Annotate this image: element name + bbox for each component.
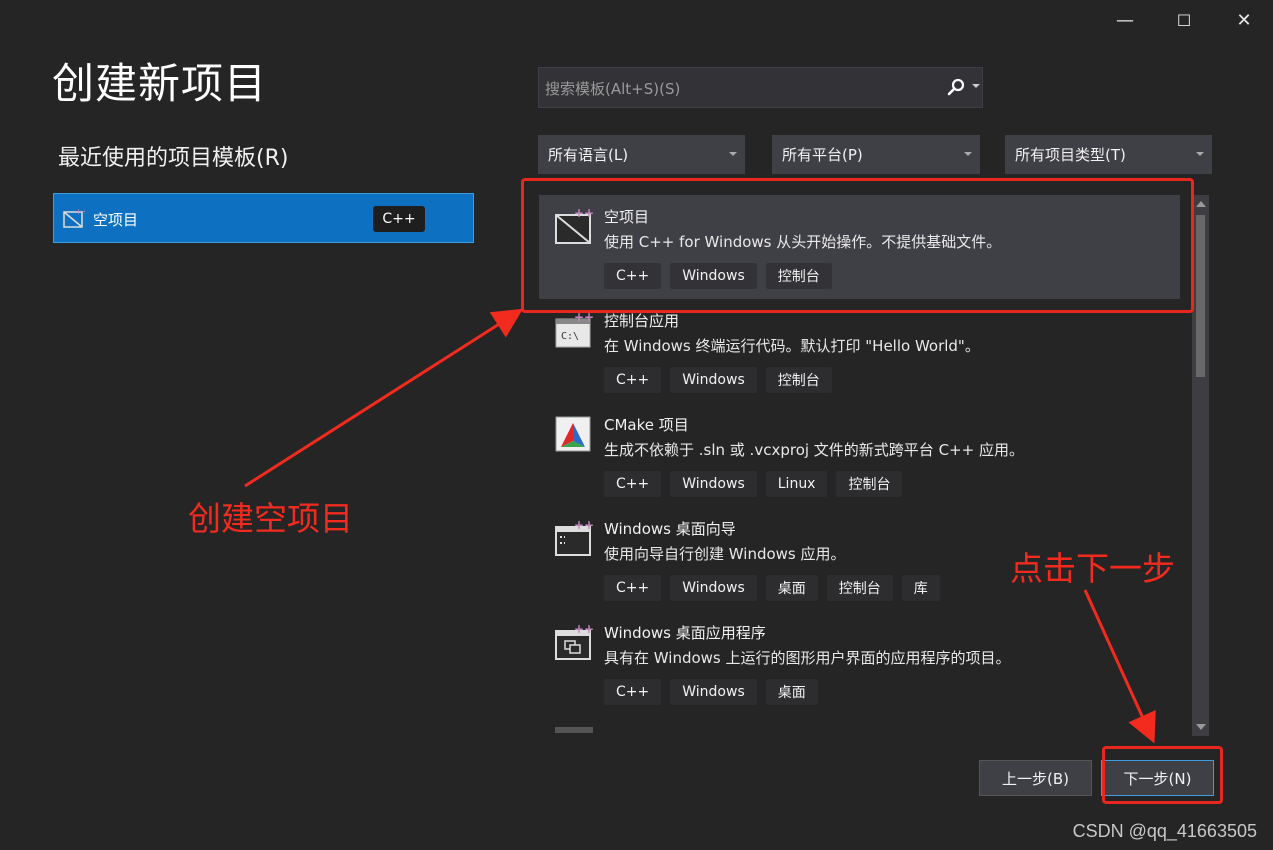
annotation-arrows xyxy=(244,308,1156,744)
annotation-click-next: 点击下一步 xyxy=(1010,549,1175,588)
annotation-create-empty: 创建空项目 xyxy=(188,499,353,538)
watermark: CSDN @qq_41663505 xyxy=(1072,821,1257,841)
arrow-to-empty-project xyxy=(244,308,524,488)
arrow-to-next-button xyxy=(1083,589,1156,744)
